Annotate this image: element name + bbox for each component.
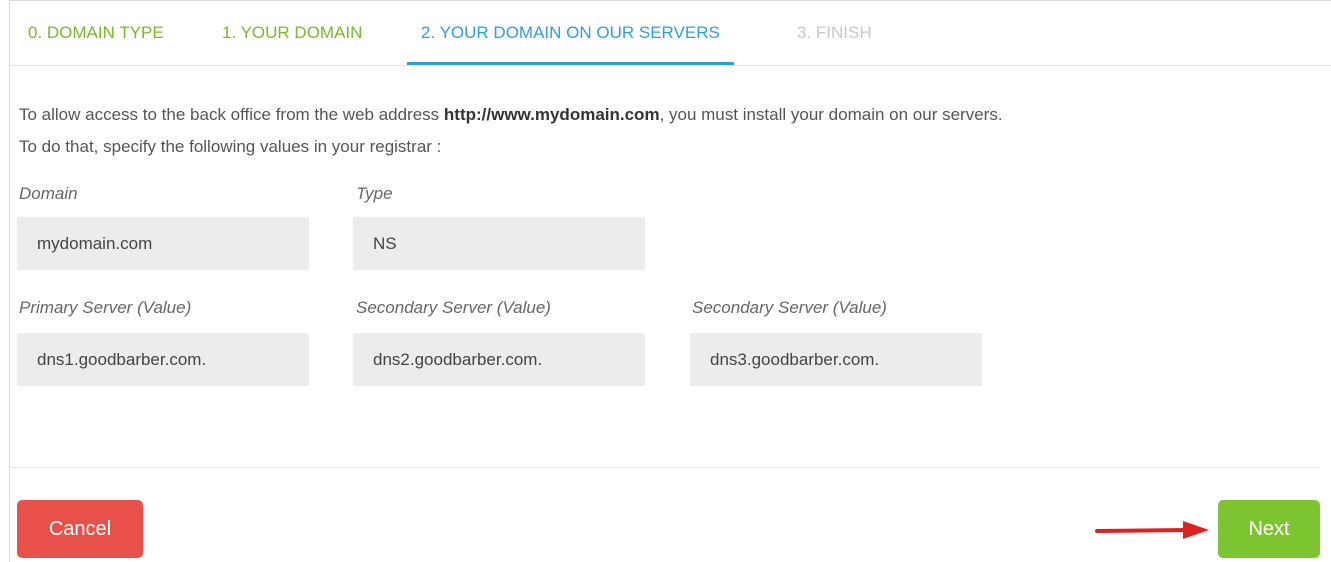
secondary-server-label-2: Secondary Server (Value) [692, 298, 887, 317]
type-field[interactable]: NS [353, 217, 645, 270]
tab-your-domain-on-our-servers[interactable]: 2. YOUR DOMAIN ON OUR SERVERS [407, 1, 734, 65]
red-arrow-icon [1095, 521, 1209, 539]
domain-field[interactable]: mydomain.com [17, 217, 309, 270]
instructions-line-2: To do that, specify the following values… [19, 137, 442, 156]
primary-server-label: Primary Server (Value) [19, 298, 192, 317]
type-label: Type [356, 184, 393, 203]
footer-divider [10, 467, 1319, 468]
secondary-server-label-1: Secondary Server (Value) [356, 298, 551, 317]
wizard-panel: 0. DOMAIN TYPE 1. YOUR DOMAIN 2. YOUR DO… [9, 0, 1331, 562]
instructions: To allow access to the back office from … [19, 99, 1003, 163]
tab-finish: 3. FINISH [797, 23, 872, 42]
domain-label: Domain [19, 184, 78, 203]
domain-url: http://www.mydomain.com [443, 105, 660, 124]
secondary-server-field-2[interactable]: dns3.goodbarber.com. [690, 333, 982, 386]
cancel-button[interactable]: Cancel [17, 500, 143, 558]
wizard-steps: 0. DOMAIN TYPE 1. YOUR DOMAIN 2. YOUR DO… [10, 1, 1331, 66]
secondary-server-field-1[interactable]: dns2.goodbarber.com. [353, 333, 645, 386]
next-button[interactable]: Next [1218, 500, 1320, 558]
primary-server-field[interactable]: dns1.goodbarber.com. [17, 333, 309, 386]
instructions-line-1: To allow access to the back office from … [19, 105, 1003, 124]
tab-domain-type[interactable]: 0. DOMAIN TYPE [28, 1, 164, 63]
tab-your-domain[interactable]: 1. YOUR DOMAIN [222, 1, 362, 63]
